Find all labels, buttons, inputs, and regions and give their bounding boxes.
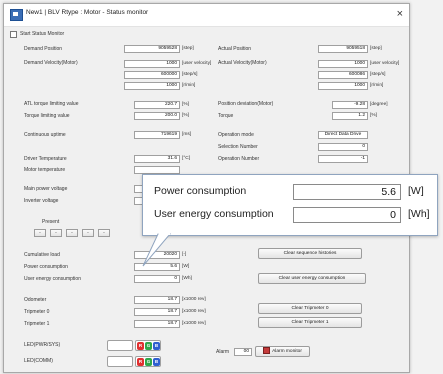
- screenshot-page: New1 | BLV Rtype : Motor - Status monito…: [0, 0, 443, 374]
- callout-pointer: [142, 233, 172, 267]
